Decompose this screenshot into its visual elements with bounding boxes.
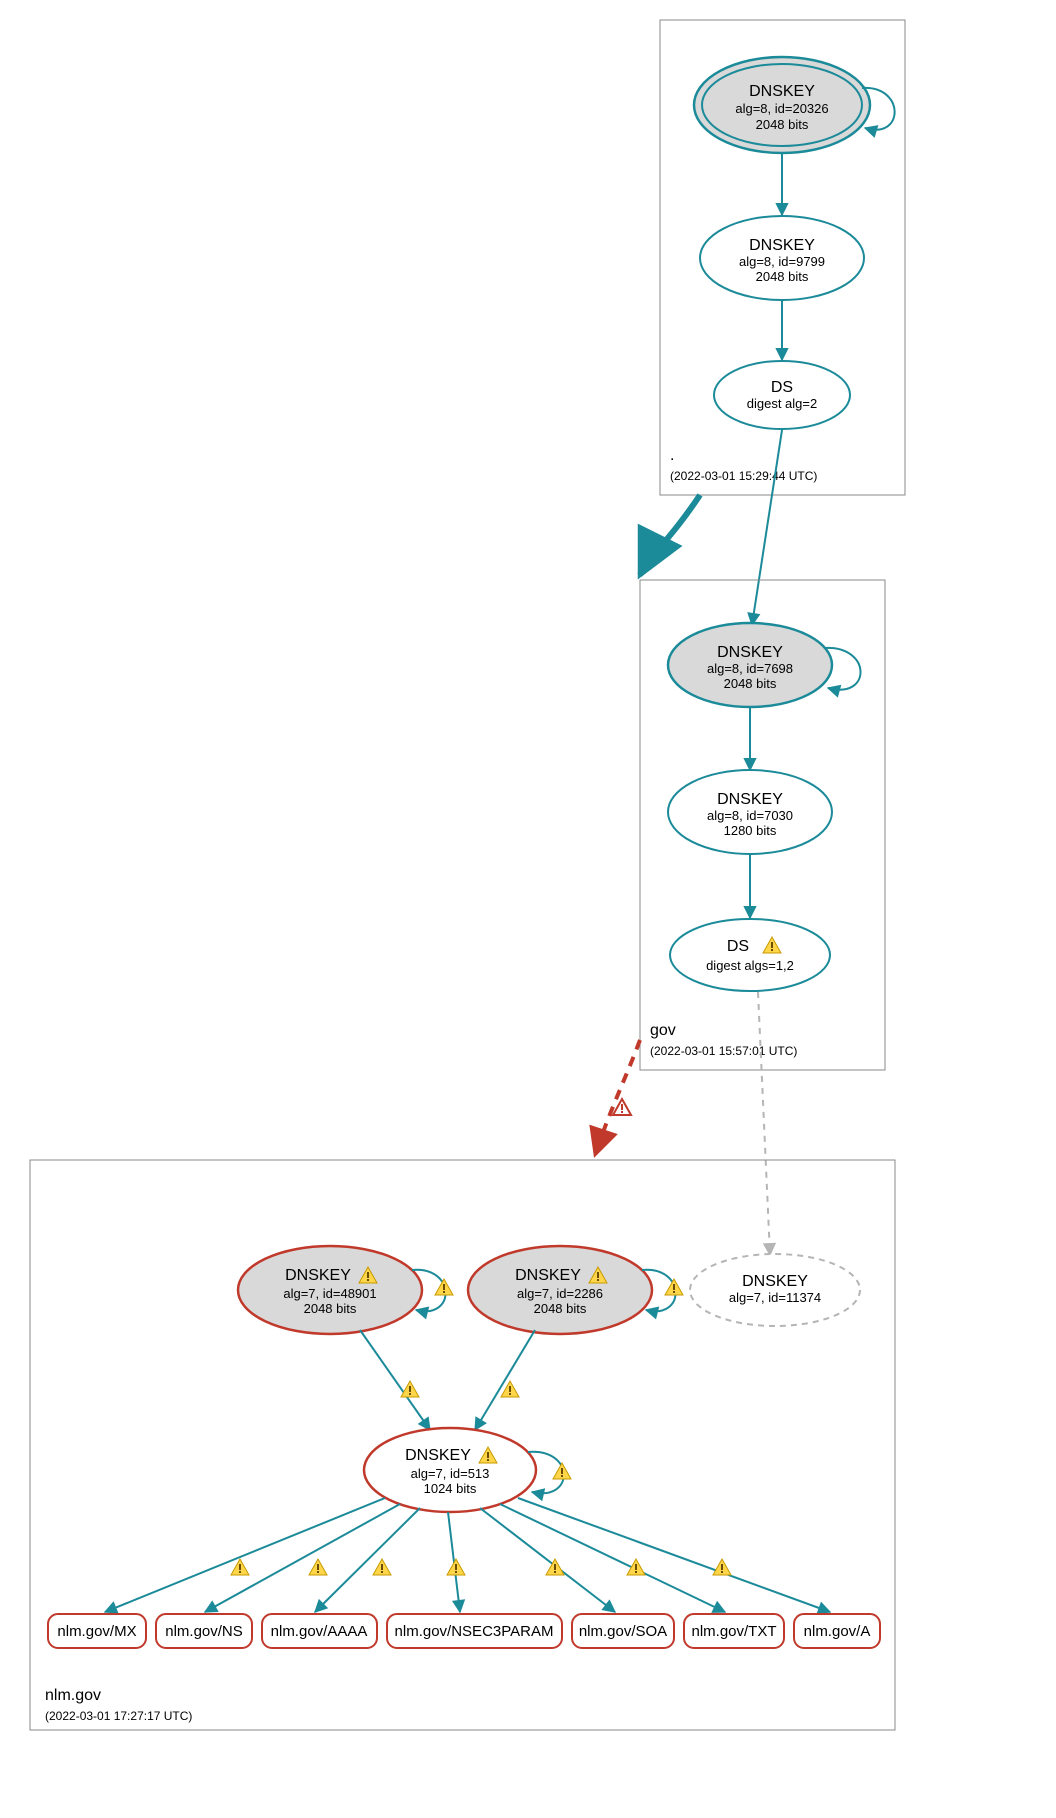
warn-icon [373, 1559, 391, 1575]
node-root-ds: DS digest alg=2 [714, 361, 850, 429]
gov-zsk-line1: alg=8, id=7030 [707, 808, 793, 823]
nlm-ghost-title: DNSKEY [742, 1273, 808, 1290]
root-ds-title: DS [771, 379, 793, 396]
rr-nsec3: nlm.gov/NSEC3PARAM [387, 1614, 562, 1648]
warn-icon [309, 1559, 327, 1575]
warn-icon [447, 1559, 465, 1575]
node-gov-ksk: DNSKEY alg=8, id=7698 2048 bits [668, 623, 832, 707]
rr-mx: nlm.gov/MX [48, 1614, 146, 1648]
dnssec-diagram: DNSKEY alg=8, id=20326 2048 bits DNSKEY … [0, 0, 1056, 1818]
edge-root-ds-to-gov-ksk [752, 430, 782, 625]
root-ksk-title: DNSKEY [749, 83, 815, 100]
warn-icon [553, 1463, 571, 1479]
rr-ns-text: nlm.gov/NS [165, 1623, 243, 1640]
edge-zsk-aaaa [315, 1508, 420, 1612]
zone-root-label: . [670, 447, 674, 464]
edge-gov-ds-to-ghost [758, 992, 770, 1255]
nlm-ghost-line1: alg=7, id=11374 [729, 1290, 821, 1305]
rr-soa: nlm.gov/SOA [572, 1614, 674, 1648]
zone-gov-time: (2022-03-01 15:57:01 UTC) [650, 1044, 797, 1058]
edge-ksk2-zsk [475, 1330, 535, 1430]
root-zsk-line2: 2048 bits [756, 269, 809, 284]
node-root-ksk: DNSKEY alg=8, id=20326 2048 bits [694, 57, 870, 153]
root-ds-line1: digest alg=2 [747, 396, 817, 411]
gov-ksk-line2: 2048 bits [724, 676, 777, 691]
rr-a-text: nlm.gov/A [804, 1623, 871, 1640]
warn-icon [713, 1559, 731, 1575]
warn-icon [401, 1381, 419, 1397]
warn-icon [231, 1559, 249, 1575]
zone-nlm: DNSKEY alg=7, id=48901 2048 bits DNSKEY … [30, 1160, 895, 1730]
nlm-ksk1-line1: alg=7, id=48901 [283, 1286, 376, 1301]
node-nlm-zsk: DNSKEY alg=7, id=513 1024 bits [364, 1428, 536, 1512]
root-ksk-line2: 2048 bits [756, 117, 809, 132]
rr-mx-text: nlm.gov/MX [57, 1623, 136, 1640]
zone-gov: DNSKEY alg=8, id=7698 2048 bits DNSKEY a… [640, 580, 885, 1070]
edge-root-to-gov-box [640, 495, 700, 575]
warn-icon [435, 1279, 453, 1295]
gov-ksk-line1: alg=8, id=7698 [707, 661, 793, 676]
zone-nlm-label: nlm.gov [45, 1687, 101, 1704]
root-zsk-line1: alg=8, id=9799 [739, 254, 825, 269]
node-root-zsk: DNSKEY alg=8, id=9799 2048 bits [700, 216, 864, 300]
edge-zsk-txt [500, 1504, 725, 1612]
edge-zsk-soa [480, 1508, 615, 1612]
nlm-ksk1-title: DNSKEY [285, 1267, 351, 1284]
gov-ksk-title: DNSKEY [717, 644, 783, 661]
warn-icon [665, 1279, 683, 1295]
zone-root: DNSKEY alg=8, id=20326 2048 bits DNSKEY … [660, 20, 905, 495]
rr-ns: nlm.gov/NS [156, 1614, 252, 1648]
node-gov-ds: DS digest algs=1,2 [670, 919, 830, 991]
rr-soa-text: nlm.gov/SOA [579, 1623, 667, 1640]
gov-ds-line1: digest algs=1,2 [706, 958, 794, 973]
rr-nsec3-text: nlm.gov/NSEC3PARAM [395, 1623, 554, 1640]
edge-ksk1-zsk [360, 1330, 430, 1430]
node-gov-zsk: DNSKEY alg=8, id=7030 1280 bits [668, 770, 832, 854]
nlm-ksk1-line2: 2048 bits [304, 1301, 357, 1316]
gov-zsk-title: DNSKEY [717, 791, 783, 808]
zone-gov-label: gov [650, 1022, 676, 1039]
rr-aaaa: nlm.gov/AAAA [262, 1614, 377, 1648]
node-nlm-ksk1: DNSKEY alg=7, id=48901 2048 bits [238, 1246, 422, 1334]
nlm-ksk2-line2: 2048 bits [534, 1301, 587, 1316]
nlm-zsk-line1: alg=7, id=513 [411, 1466, 490, 1481]
node-nlm-ksk2: DNSKEY alg=7, id=2286 2048 bits [468, 1246, 652, 1334]
rr-a: nlm.gov/A [794, 1614, 880, 1648]
rr-txt: nlm.gov/TXT [684, 1614, 784, 1648]
gov-ds-title: DS [727, 938, 749, 955]
rr-aaaa-text: nlm.gov/AAAA [271, 1623, 368, 1640]
edge-zsk-mx [105, 1498, 385, 1612]
node-nlm-ghost: DNSKEY alg=7, id=11374 [690, 1254, 860, 1326]
nlm-zsk-line2: 1024 bits [424, 1481, 477, 1496]
nlm-ksk2-title: DNSKEY [515, 1267, 581, 1284]
zone-root-time: (2022-03-01 15:29:44 UTC) [670, 469, 817, 483]
zone-nlm-time: (2022-03-01 17:27:17 UTC) [45, 1709, 192, 1723]
root-zsk-title: DNSKEY [749, 237, 815, 254]
nlm-zsk-title: DNSKEY [405, 1447, 471, 1464]
warn-red-icon [613, 1099, 631, 1115]
nlm-ksk2-line1: alg=7, id=2286 [517, 1286, 603, 1301]
root-ksk-line1: alg=8, id=20326 [735, 101, 828, 116]
edge-zsk-a [518, 1498, 830, 1612]
gov-zsk-line2: 1280 bits [724, 823, 777, 838]
rr-txt-text: nlm.gov/TXT [691, 1623, 776, 1640]
edge-gov-to-nlm-box [595, 1040, 640, 1155]
